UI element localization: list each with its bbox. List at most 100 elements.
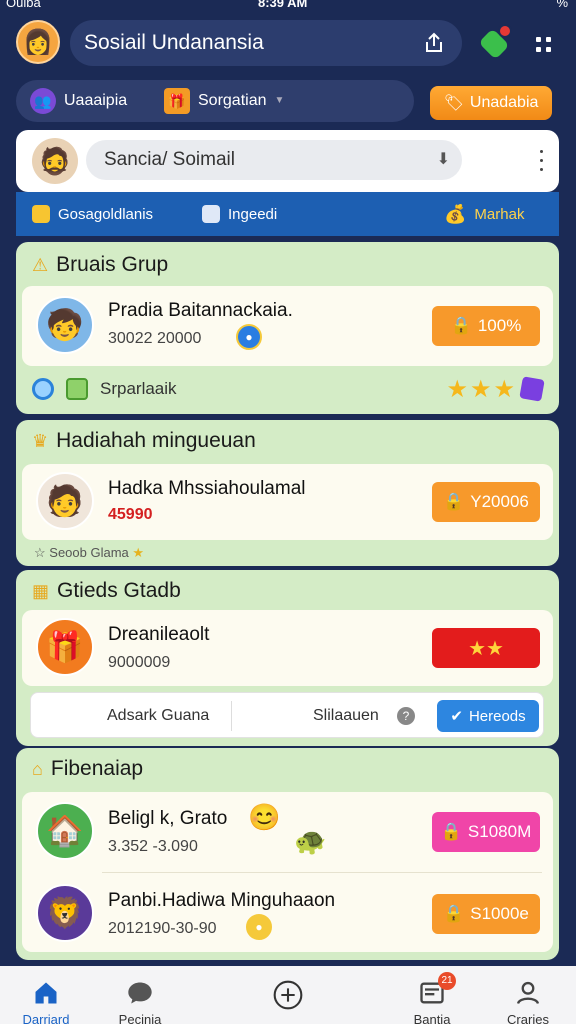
info-bar: Adsark Guana Slilaauen ? ✔ Hereods <box>30 692 544 738</box>
section-title-text: Gtieds Gtadb <box>57 579 181 602</box>
filter-item-2-label: Sorgatian <box>198 92 267 109</box>
item-name: Beligl k, Grato <box>108 808 228 829</box>
more-button[interactable] <box>528 28 562 62</box>
carrier-label: Oulba <box>6 0 41 10</box>
filter-item-2[interactable]: 🎁 Sorgatian ▼ <box>164 80 284 122</box>
notification-dot <box>498 24 512 38</box>
bottom-nav: Darriard Pecinia 21 Bantia Craries <box>0 966 576 1024</box>
item-sub: 2012190-30-90 <box>108 920 217 937</box>
user-avatar[interactable]: 👩 <box>16 20 60 64</box>
star-icon: ★ <box>132 545 145 560</box>
footer-label: Srparlaaik <box>100 379 177 398</box>
section-group: ⚠ Bruais Grup 🧒 Pradia Baitannackaia. 30… <box>16 242 559 414</box>
section-gifts: ▦ Gtieds Gtadb 🎁 Dreanileaolt 9000009 ★★… <box>16 570 559 746</box>
item-action-label: S1000e <box>470 904 529 923</box>
search-card: 🧔 Sancia/ Soimail ⬇ <box>16 130 559 192</box>
star-icon: ★ <box>493 375 515 403</box>
sticker-icon: 🐢 <box>294 826 327 856</box>
category-item-2-label: Ingeedi <box>228 205 278 223</box>
item-action-label: S1080M <box>467 822 532 841</box>
tag-icon: 🏷 <box>443 95 464 112</box>
section-title-text: Bruais Grup <box>56 253 169 276</box>
nav-inbox[interactable]: 21 Bantia <box>392 966 472 1024</box>
star-icon: ☆ <box>34 545 46 560</box>
profile-icon <box>513 978 543 1008</box>
avatar: 🦁 <box>36 884 94 942</box>
gift-button[interactable] <box>478 24 512 60</box>
item-action-button[interactable]: ★★ <box>432 628 540 668</box>
folder-icon <box>32 205 50 223</box>
nav-chat[interactable]: Pecinia <box>100 966 180 1024</box>
category-item-3[interactable]: 💰 Marhak <box>444 192 524 236</box>
list-item[interactable]: 🧒 Pradia Baitannackaia. 30022 20000 ● 🔒 … <box>22 286 553 366</box>
item-action-label: ★★ <box>468 637 504 660</box>
info-action-label: Hereods <box>468 707 526 725</box>
category-item-2[interactable]: Ingeedi <box>202 192 277 236</box>
medal-icon: ● <box>246 914 272 940</box>
item-name: Hadka Mhssiahoulamal <box>108 478 306 499</box>
info-right-label: Slilaauen <box>313 707 379 724</box>
item-action-button[interactable]: 🔒 S1080M <box>432 812 540 852</box>
section-title: ⌂ Fibenaiap <box>32 756 143 782</box>
home-outline-icon: ⌂ <box>32 758 43 779</box>
chat-icon <box>125 978 155 1008</box>
item-sub: 3.352 -3.090 <box>108 838 198 855</box>
unread-button-label: Unadabia <box>469 94 539 111</box>
item-name: Panbi.Hadiwa Minguhaaon <box>108 890 336 911</box>
home-icon <box>31 978 61 1008</box>
item-action-button[interactable]: 🔒 Y20006 <box>432 482 540 522</box>
category-item-1[interactable]: Gosagoldlanis <box>32 192 153 236</box>
item-list: 🏠 Beligl k, Grato 3.352 -3.090 😊 🐢 🔒 S10… <box>22 792 553 952</box>
gem-icon <box>519 376 545 402</box>
section-title-text: Fibenaiap <box>50 757 144 780</box>
caption: ☆ Seoob Glama ★ <box>34 545 144 561</box>
item-action-label: Y20006 <box>470 492 529 511</box>
filter-item-1[interactable]: 👥 Uaaaipia <box>30 80 127 122</box>
rating: ★ ★ ★ <box>446 375 545 403</box>
caption-text: Seoob Glama <box>49 545 129 560</box>
lock-icon: 🔒 <box>443 492 465 511</box>
item-name: Dreanileaolt <box>108 624 210 645</box>
search-input[interactable]: Sancia/ Soimail ⬇ <box>86 140 462 180</box>
box-icon <box>202 205 220 223</box>
chevron-down-icon: ▼ <box>274 95 285 106</box>
add-icon <box>273 980 303 1010</box>
nav-profile-label: Craries <box>507 1012 549 1024</box>
app-header: 👩 Sosiail Undanansia <box>0 12 576 74</box>
battery-label: % <box>556 0 568 10</box>
item-action-button[interactable]: 🔒 100% <box>432 306 540 346</box>
section-title: ⚠ Bruais Grup <box>32 252 168 278</box>
nav-home[interactable]: Darriard <box>6 966 86 1024</box>
kebab-icon[interactable] <box>538 150 544 172</box>
nav-inbox-label: Bantia <box>413 1012 451 1024</box>
lock-icon: 🔒 <box>440 822 462 841</box>
bag-icon <box>66 378 88 400</box>
calendar-icon: ▦ <box>32 580 50 601</box>
nav-home-label: Darriard <box>22 1012 70 1024</box>
avatar: 🏠 <box>36 802 94 860</box>
unread-button[interactable]: 🏷 Unadabia <box>430 86 552 120</box>
help-icon[interactable]: ? <box>397 707 415 725</box>
people-icon: 👥 <box>30 88 56 114</box>
lock-icon: 🔒 <box>443 904 465 923</box>
status-time: 8:39 AM <box>258 0 308 10</box>
item-action-button[interactable]: 🔒 S1000e <box>432 894 540 934</box>
emoji-icon: 😊 <box>248 802 281 832</box>
share-button[interactable] <box>414 20 454 66</box>
list-item[interactable]: 🎁 Dreanileaolt 9000009 ★★ <box>22 610 553 686</box>
info-action-button[interactable]: ✔ Hereods <box>437 700 539 732</box>
search-caret-icon[interactable]: ⬇ <box>437 140 450 180</box>
nav-add[interactable] <box>248 966 328 1024</box>
nav-profile[interactable]: Craries <box>488 966 568 1024</box>
item-sub: 45990 <box>108 506 153 523</box>
section-title: ▦ Gtieds Gtadb <box>32 578 181 604</box>
search-avatar[interactable]: 🧔 <box>32 138 78 184</box>
category-item-1-label: Gosagoldlanis <box>58 205 154 223</box>
item-sub: 30022 20000 <box>108 330 202 347</box>
gift-box-icon: 🎁 <box>164 88 190 114</box>
list-item[interactable]: 🧑 Hadka Mhssiahoulamal 45990 🔒 Y20006 <box>22 464 553 540</box>
avatar: 🧒 <box>36 296 94 354</box>
status-bar: Oulba 8:39 AM % <box>0 0 576 12</box>
target-icon <box>32 378 54 400</box>
divider <box>102 872 542 873</box>
